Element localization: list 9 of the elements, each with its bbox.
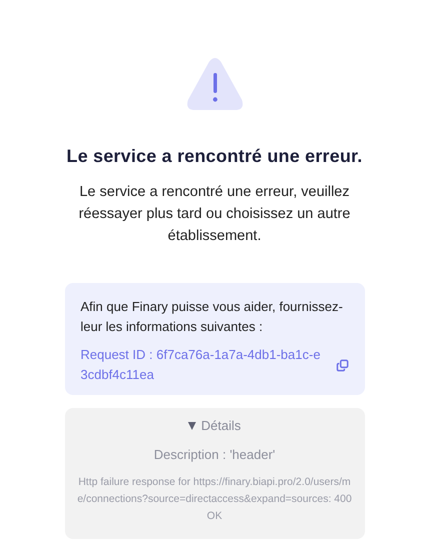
copy-icon[interactable]	[336, 358, 348, 372]
description-text: Description : 'header'	[154, 447, 276, 462]
error-detail-text: Http failure response for https://finary.biapi.pro/2.0/users/me/connections?source=directaccess&expand=sources: 400 OK	[76, 475, 353, 524]
help-text: Afin que Finary puisse vous aider, fournissez-leur les informations suivantes :	[80, 298, 344, 336]
warning-icon	[184, 56, 244, 112]
request-id: Request ID : 6f7ca76a-1a7a-4db1-ba1c-e3cdbf4c11ea	[80, 346, 322, 384]
error-message: Le service a rencontré une erreur, veuillez réessayer plus tard ou choisissez un autre établissement.	[78, 183, 352, 246]
error-title: Le service a rencontré une erreur.	[66, 146, 362, 167]
details-toggle[interactable]: Détails	[186, 416, 243, 435]
